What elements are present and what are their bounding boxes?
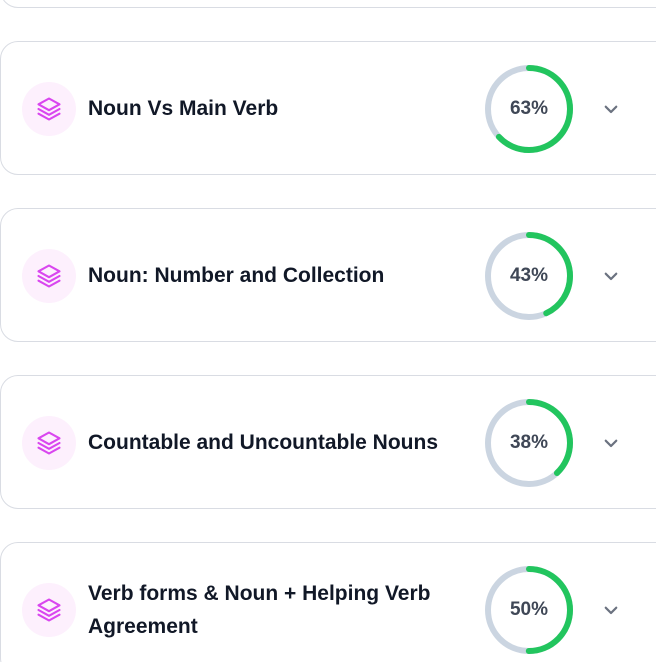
- topic-list: Noun Vs Main Verb 63% Noun: Number and C…: [0, 0, 656, 662]
- topic-title: Verb forms & Noun + Helping Verb Agreeme…: [88, 582, 431, 638]
- topic-card-countable-and-uncountable-nouns[interactable]: Countable and Uncountable Nouns 38%: [0, 375, 656, 509]
- progress-percent: 43%: [509, 265, 549, 286]
- progress-percent: 38%: [509, 432, 549, 453]
- progress-ring: 63%: [485, 65, 573, 153]
- progress-percent: 50%: [509, 599, 549, 620]
- layers-icon: [22, 249, 76, 303]
- layers-icon: [22, 416, 76, 470]
- progress-percent: 63%: [509, 98, 549, 119]
- chevron-down-icon[interactable]: [597, 596, 625, 624]
- chevron-down-icon[interactable]: [597, 262, 625, 290]
- topic-title: Noun Vs Main Verb: [88, 97, 279, 120]
- chevron-down-icon[interactable]: [597, 429, 625, 457]
- layers-icon: [22, 82, 76, 136]
- chevron-down-icon[interactable]: [597, 95, 625, 123]
- topic-title: Noun: Number and Collection: [88, 264, 385, 287]
- layers-icon: [22, 583, 76, 637]
- topic-card-partial[interactable]: [0, 0, 656, 8]
- topic-title: Countable and Uncountable Nouns: [88, 431, 438, 454]
- topic-card-noun-number-and-collection[interactable]: Noun: Number and Collection 43%: [0, 208, 656, 342]
- progress-ring: 38%: [485, 399, 573, 487]
- topic-card-noun-vs-main-verb[interactable]: Noun Vs Main Verb 63%: [0, 41, 656, 175]
- progress-ring: 43%: [485, 232, 573, 320]
- topic-card-verb-forms-agreement[interactable]: Verb forms & Noun + Helping Verb Agreeme…: [0, 542, 656, 662]
- progress-ring: 50%: [485, 566, 573, 654]
